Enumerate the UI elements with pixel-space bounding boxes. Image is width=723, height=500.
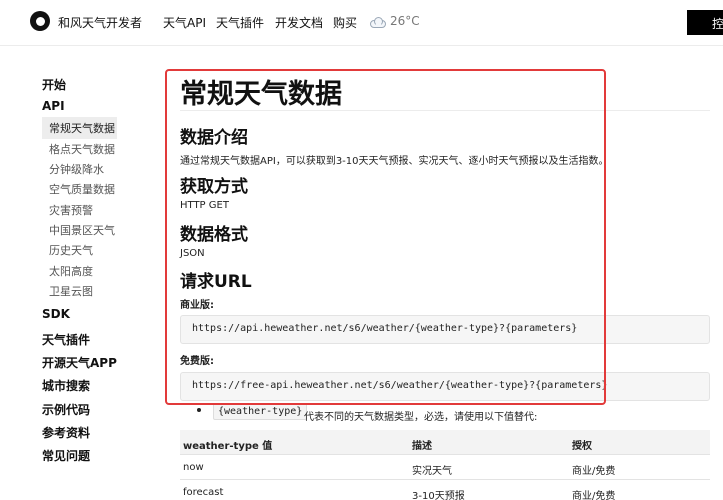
free-url[interactable]: https://free-api.heweather.net/s6/weathe… (192, 380, 607, 391)
commercial-label: 商业版: (180, 300, 214, 311)
brand-logo-icon[interactable] (30, 11, 50, 31)
table-cell: 商业/免费 (572, 466, 616, 477)
sidebar-group-city-search[interactable]: 城市搜索 (42, 377, 90, 394)
sidebar-group-plugin[interactable]: 天气插件 (42, 331, 90, 348)
sidebar-item-air-quality[interactable]: 空气质量数据 (49, 181, 115, 197)
method-text: HTTP GET (180, 200, 229, 211)
sidebar-group-faq[interactable]: 常见问题 (42, 447, 90, 464)
sidebar-group-api[interactable]: API (42, 99, 65, 113)
format-text: JSON (180, 248, 205, 259)
sidebar-item-warning[interactable]: 灾害预警 (49, 202, 93, 218)
commercial-url[interactable]: https://api.heweather.net/s6/weather/{we… (192, 323, 577, 334)
table-cell: 商业/免费 (572, 491, 616, 500)
sidebar-item-grid-weather[interactable]: 格点天气数据 (49, 141, 115, 157)
sidebar-item-scenic-weather[interactable]: 中国景区天气 (49, 222, 115, 238)
page-title: 常规天气数据 (180, 79, 342, 110)
nav-weather-plugin[interactable]: 天气插件 (216, 14, 264, 31)
table-header-cell: 授权 (572, 441, 592, 452)
top-header: 和风天气开发者 天气API 天气插件 开发文档 购买 26°C 控 (0, 0, 723, 46)
table-cell: now (183, 462, 204, 473)
sidebar-group-opensource-app[interactable]: 开源天气APP (42, 354, 117, 371)
method-heading: 获取方式 (180, 177, 248, 197)
title-divider (180, 110, 710, 111)
weather-badge: 26°C (370, 14, 420, 28)
brand-name[interactable]: 和风天气开发者 (58, 14, 142, 31)
table-header-row: weather-type 值 描述 授权 (180, 430, 710, 455)
sidebar-item-regular-weather[interactable]: 常规天气数据 (42, 117, 117, 139)
format-heading: 数据格式 (180, 225, 248, 245)
table-row: forecast 3-10天预报 商业/免费 (180, 480, 710, 500)
nav-purchase[interactable]: 购买 (333, 14, 357, 31)
table-cell: forecast (183, 487, 224, 498)
table-cell: 3-10天预报 (412, 491, 465, 500)
free-url-code-block[interactable]: https://free-api.heweather.net/s6/weathe… (180, 372, 710, 401)
sidebar: 开始 API 常规天气数据 格点天气数据 分钟级降水 空气质量数据 灾害预警 中… (0, 46, 160, 500)
sidebar-group-reference[interactable]: 参考资料 (42, 424, 90, 441)
console-button[interactable]: 控 (687, 10, 723, 35)
sidebar-item-history-weather[interactable]: 历史天气 (49, 242, 93, 258)
list-bullet (197, 408, 201, 412)
table-header-cell: 描述 (412, 441, 432, 452)
sidebar-item-solar-elevation[interactable]: 太阳高度 (49, 263, 93, 279)
url-heading: 请求URL (180, 272, 252, 292)
main-content: 常规天气数据 数据介绍 通过常规天气数据API，可以获取到3-10天天气预报、实… (180, 46, 723, 500)
weather-type-table: weather-type 值 描述 授权 now 实况天气 商业/免费 fore… (180, 430, 710, 500)
table-cell: 实况天气 (412, 466, 452, 477)
commercial-url-code-block[interactable]: https://api.heweather.net/s6/weather/{we… (180, 315, 710, 344)
intro-heading: 数据介绍 (180, 128, 248, 148)
free-label: 免费版: (180, 356, 214, 367)
weather-type-inline-code: {weather-type} (213, 403, 308, 420)
table-row: now 实况天气 商业/免费 (180, 455, 710, 480)
nav-weather-api[interactable]: 天气API (163, 14, 206, 31)
sidebar-group-start[interactable]: 开始 (42, 76, 66, 93)
sidebar-group-sdk[interactable]: SDK (42, 307, 70, 321)
weather-type-description: 代表不同的天气数据类型，必选，请使用以下值替代: (304, 412, 538, 423)
cloud-icon (370, 16, 386, 28)
sidebar-group-examples[interactable]: 示例代码 (42, 401, 90, 418)
sidebar-item-satellite[interactable]: 卫星云图 (49, 283, 93, 299)
table-header-cell: weather-type 值 (183, 441, 273, 452)
weather-temperature: 26°C (390, 14, 420, 28)
sidebar-item-minutely-precip[interactable]: 分钟级降水 (49, 161, 104, 177)
intro-text: 通过常规天气数据API，可以获取到3-10天天气预报、实况天气、逐小时天气预报以… (180, 156, 609, 167)
nav-dev-docs[interactable]: 开发文档 (275, 14, 323, 31)
